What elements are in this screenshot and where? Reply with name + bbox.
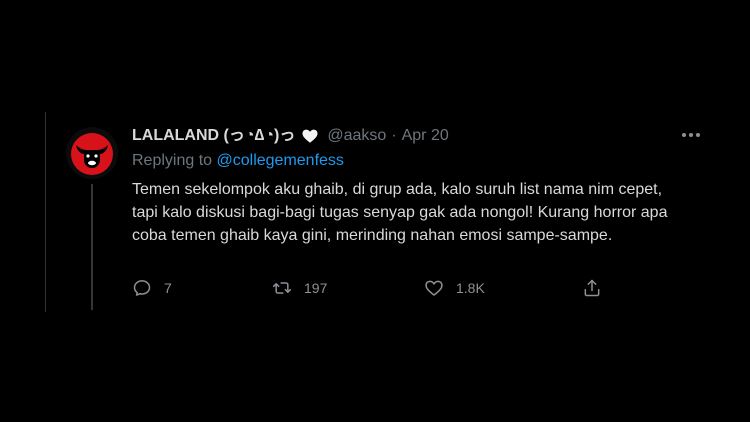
tweet-date[interactable]: Apr 20	[402, 126, 449, 146]
retweet-button[interactable]: 197	[272, 278, 327, 298]
like-count: 1.8K	[456, 280, 485, 296]
tweet-actions-bar: 7 197 1.8K	[132, 278, 612, 302]
user-handle[interactable]: @aakso	[327, 126, 386, 146]
tweet-card[interactable]: LALALAND (っ◔∆◔)っ @aakso · Apr 20 Replyin…	[45, 112, 706, 312]
user-avatar[interactable]	[66, 127, 118, 179]
reply-button[interactable]: 7	[132, 278, 172, 298]
more-dot-icon	[689, 133, 693, 137]
retweet-icon	[272, 282, 292, 294]
share-icon	[584, 279, 600, 297]
more-dot-icon	[682, 133, 686, 137]
replying-to-label: Replying to	[132, 152, 213, 169]
tweet-text: Temen sekelompok aku ghaib, di grup ada,…	[132, 181, 668, 244]
share-button[interactable]	[582, 278, 602, 298]
like-icon	[425, 280, 443, 296]
reply-icon	[133, 280, 151, 296]
header-separator: ·	[391, 127, 397, 144]
tweet-header: LALALAND (っ◔∆◔)っ @aakso · Apr 20	[132, 126, 449, 146]
reply-count: 7	[164, 280, 172, 296]
white-heart-icon	[302, 129, 318, 143]
retweet-count: 197	[304, 280, 328, 296]
like-button[interactable]: 1.8K	[424, 278, 485, 298]
replying-to-line: Replying to @collegemenfess	[132, 152, 344, 170]
thread-connector-line	[91, 184, 93, 310]
more-options-button[interactable]	[676, 122, 706, 148]
replying-to-mention[interactable]: @collegemenfess	[217, 152, 344, 169]
bull-logo-icon	[66, 127, 118, 179]
more-dot-icon	[696, 133, 700, 137]
display-name[interactable]: LALALAND (っ◔∆◔)っ	[132, 126, 295, 146]
